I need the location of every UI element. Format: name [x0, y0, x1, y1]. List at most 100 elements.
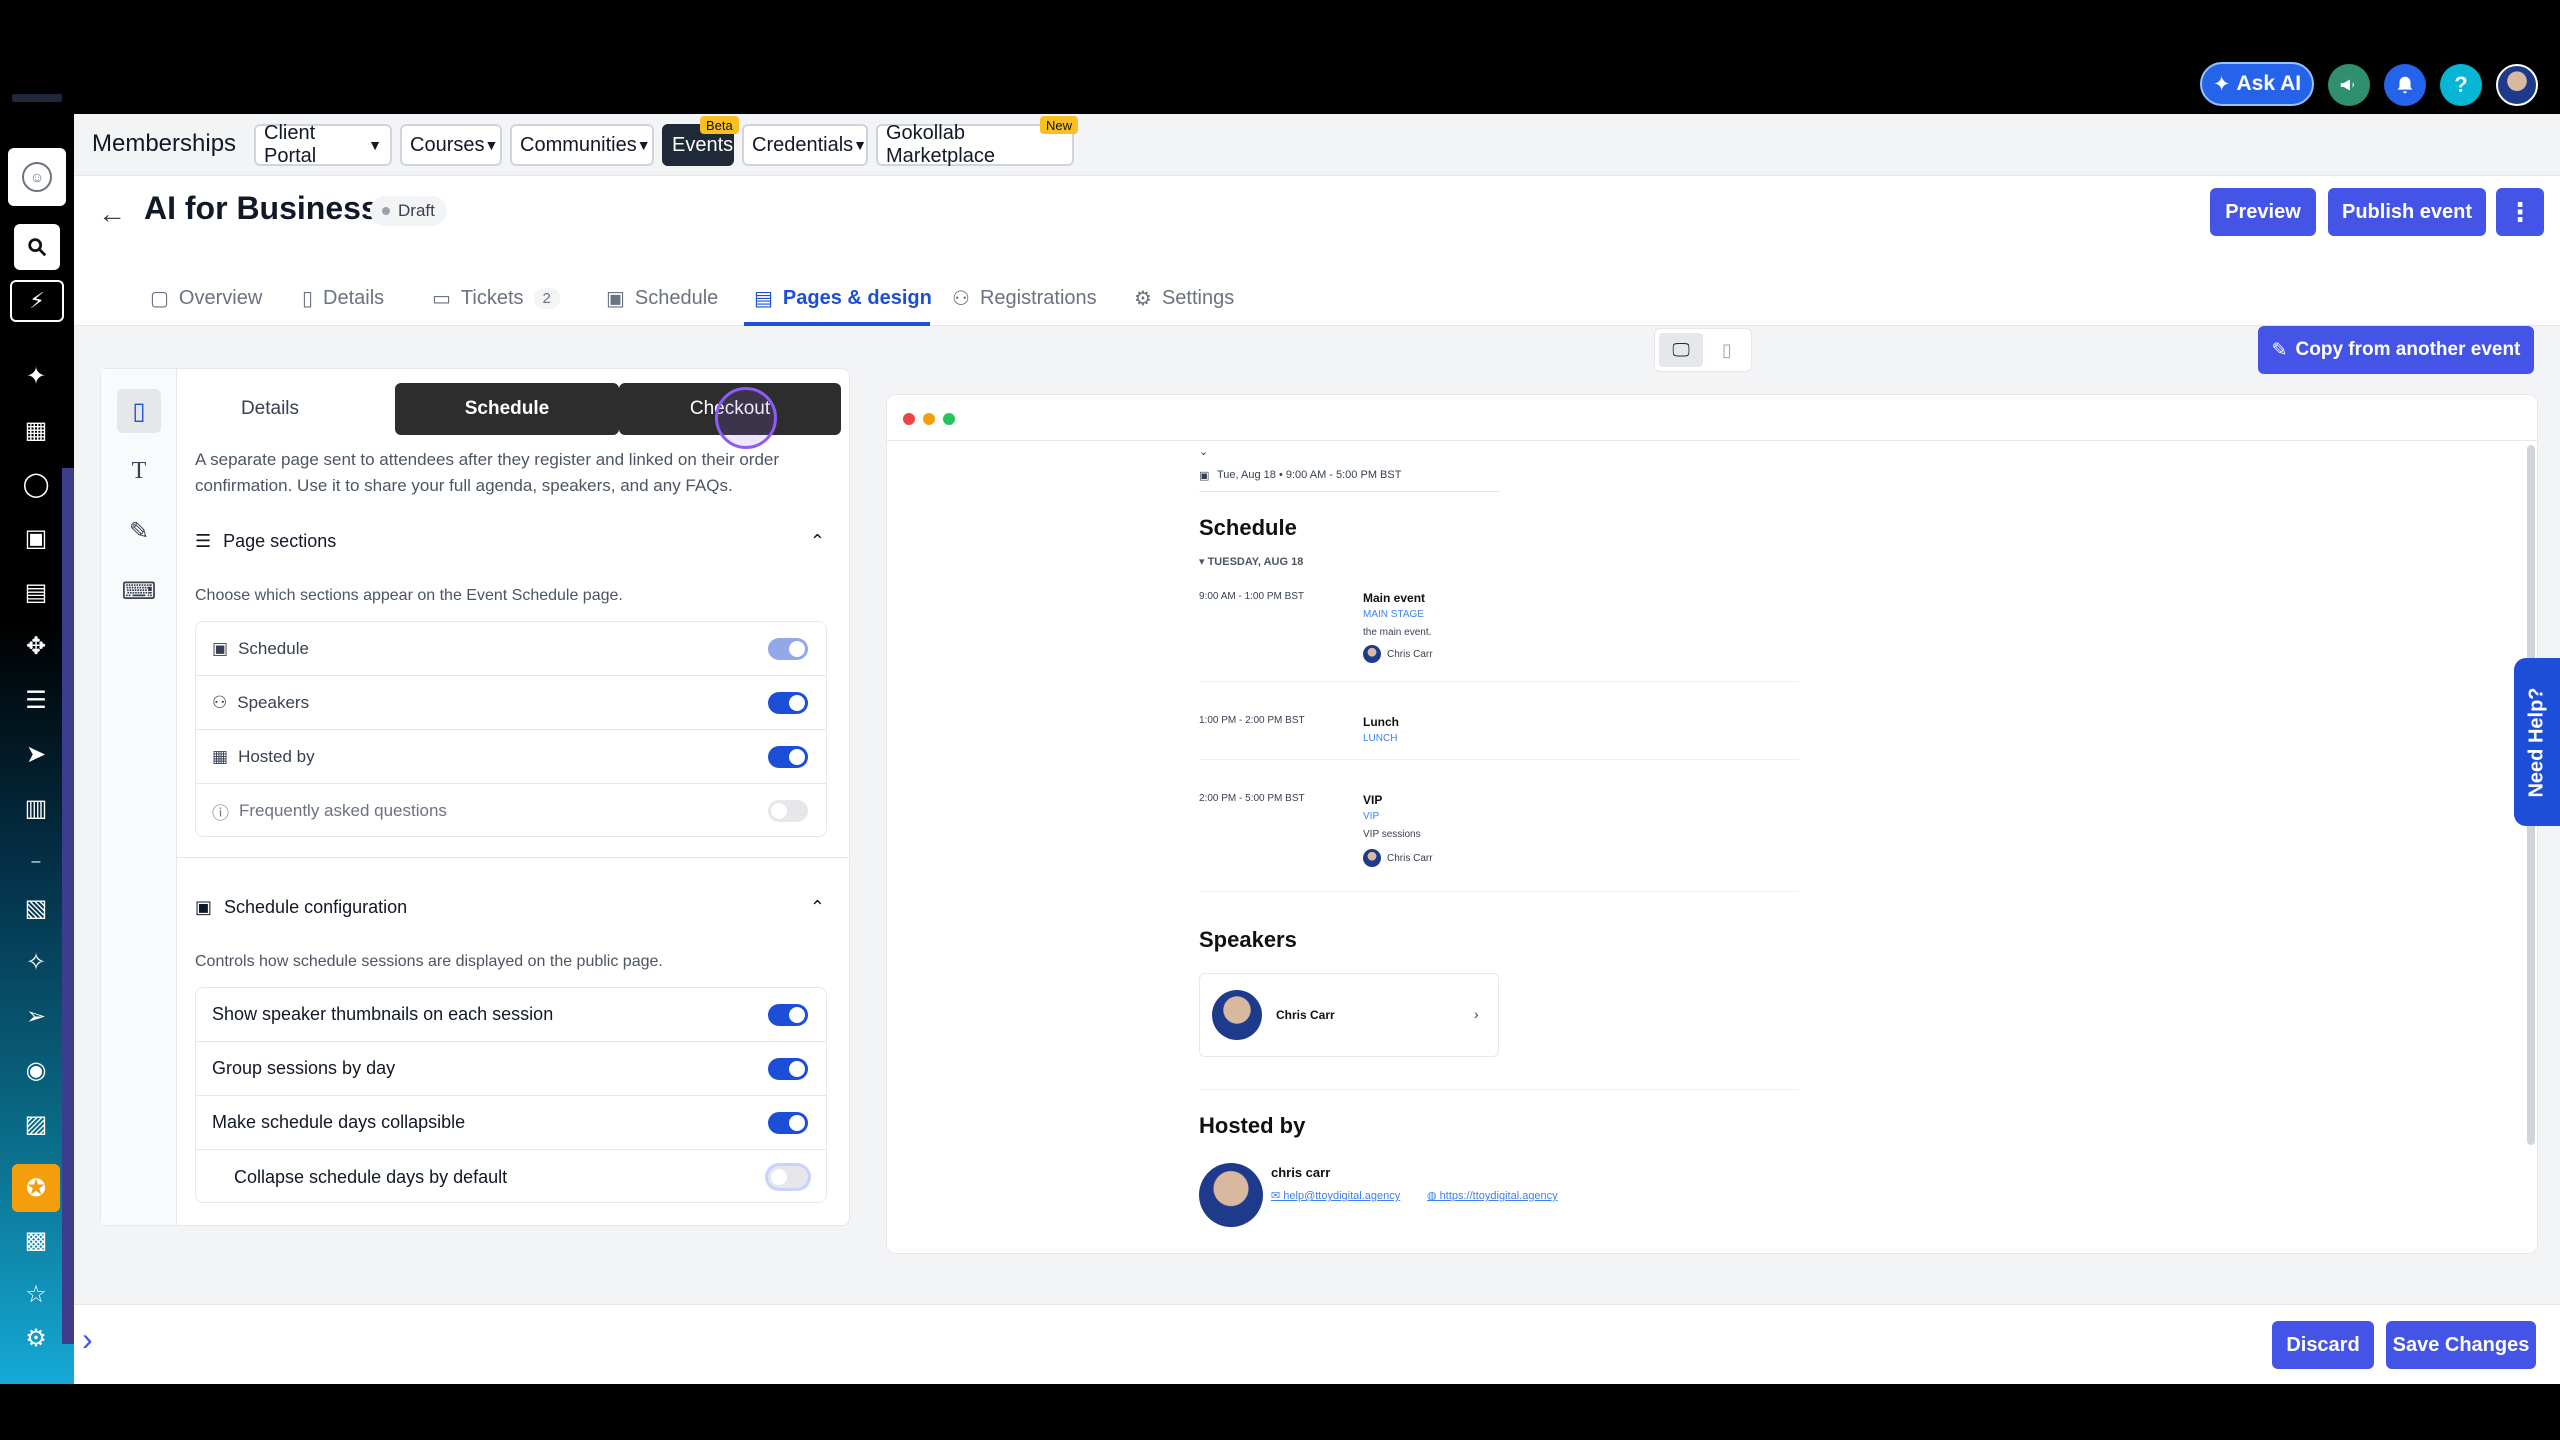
calendar-icon[interactable]: ▣ — [14, 516, 58, 560]
mobile-icon[interactable]: ▯ — [1707, 333, 1747, 367]
ai-agents-icon[interactable]: ✧ — [14, 940, 58, 984]
tab-registrations[interactable]: ⚇ Registrations — [952, 286, 1097, 311]
ask-ai-button[interactable]: ✦ Ask AI — [2200, 62, 2314, 106]
editor-panel: ▯ T ✎ ⌨ Details Schedule Checkout A sepa… — [100, 368, 850, 1226]
session-time: 2:00 PM - 5:00 PM BST — [1199, 793, 1305, 804]
pages-icon[interactable]: ▯ — [117, 389, 161, 433]
status-label: Draft — [398, 201, 435, 220]
section-row-label: Speakers — [237, 692, 310, 712]
speakers-toggle[interactable] — [768, 692, 808, 714]
payments-icon[interactable]: ▥ — [14, 786, 58, 830]
session-title: Lunch — [1363, 715, 1399, 729]
schedule-config-title: Schedule configuration — [224, 896, 408, 917]
nav-events[interactable]: Events Beta — [662, 116, 739, 166]
sites-icon[interactable]: ▨ — [14, 1102, 58, 1146]
nav-events-label: Events — [672, 133, 734, 156]
code-embed-icon[interactable]: ⌨ — [117, 569, 161, 613]
publish-event-button[interactable]: Publish event — [2328, 188, 2486, 236]
group-by-day-toggle[interactable] — [768, 1058, 808, 1080]
preview-divider — [1199, 491, 1499, 492]
media-play-icon[interactable]: ◉ — [14, 1048, 58, 1092]
nav-client-portal[interactable]: Client Portal ▼ — [254, 122, 392, 167]
contacts-icon[interactable]: ▤ — [14, 570, 58, 614]
app-sidebar: ☺ ⚡ ✦ ▦ ◯ ▣ ▤ ✥ ☰ ➤ ▥ – ▧ ✧ ➢ ◉ ▨ ✪ ▩ ☆ … — [0, 114, 74, 1384]
editor-rail: ▯ T ✎ ⌨ — [101, 369, 177, 1225]
lightning-icon[interactable]: ⚡ — [10, 280, 64, 322]
search-icon[interactable] — [14, 224, 60, 270]
media-image-icon[interactable]: ▩ — [14, 1218, 58, 1262]
page-sections-header[interactable]: ☰ Page sections ⌃ — [195, 521, 825, 561]
host-url-link[interactable]: ◍ https://ttoydigital.agency — [1427, 1189, 1558, 1202]
reputation-icon[interactable]: ▧ — [14, 886, 58, 930]
tab-schedule[interactable]: ▣ Schedule — [606, 286, 718, 311]
calendar-icon: ▣ — [1199, 470, 1210, 482]
collapsible-toggle[interactable] — [768, 1112, 808, 1134]
beta-badge: Beta — [700, 116, 739, 134]
nav-marketplace[interactable]: Gokollab Marketplace New — [876, 116, 1079, 167]
location-switcher[interactable]: ☺ — [8, 148, 66, 206]
nav-credentials[interactable]: Credentials ▼ — [742, 124, 868, 166]
more-options-icon[interactable]: ⋮ — [2496, 188, 2544, 236]
footer-bar: › Discard Save Changes — [74, 1304, 2560, 1384]
section-row-schedule: ▣ Schedule — [196, 622, 826, 676]
marketing-send-icon[interactable]: ➤ — [14, 732, 58, 776]
chevron-down-icon: ▼ — [636, 137, 651, 153]
user-avatar[interactable] — [2496, 64, 2538, 106]
schedule-config-header[interactable]: ▣ Schedule configuration ⌃ — [195, 887, 825, 927]
send-icon[interactable]: ➢ — [14, 994, 58, 1038]
chevron-down-icon: ▼ — [484, 137, 499, 153]
segment-details[interactable]: Details — [213, 383, 327, 435]
star-icon[interactable]: ☆ — [14, 1272, 58, 1316]
hosted-by-toggle[interactable] — [768, 746, 808, 768]
memberships-award-icon[interactable]: ✪ — [12, 1164, 60, 1212]
tab-overview-label: Overview — [178, 287, 263, 309]
device-toggle: 🖵 ▯ — [1654, 328, 1752, 372]
thumbnails-toggle[interactable] — [768, 1004, 808, 1026]
status-dot-icon — [382, 207, 390, 215]
save-changes-button[interactable]: Save Changes — [2386, 1321, 2536, 1369]
page-intro-text: A separate page sent to attendees after … — [195, 450, 780, 495]
need-help-tab[interactable]: Need Help? — [2514, 658, 2560, 826]
sparkle-icon: ✦ — [2212, 72, 2231, 96]
bell-icon[interactable] — [2384, 64, 2426, 106]
dashboard-grid-icon[interactable]: ▦ — [14, 408, 58, 452]
expand-sidebar-icon[interactable]: › — [82, 1321, 93, 1358]
tab-settings[interactable]: ⚙ Settings — [1134, 286, 1234, 311]
help-icon[interactable]: ? — [2440, 64, 2482, 106]
preview-button[interactable]: Preview — [2210, 188, 2316, 236]
tickets-count-badge: 2 — [533, 288, 560, 309]
brush-icon[interactable]: ✎ — [117, 509, 161, 553]
conversations-icon[interactable]: ◯ — [14, 462, 58, 506]
host-email-link[interactable]: ✉ help@ttoydigital.agency — [1271, 1189, 1400, 1202]
collapse-default-toggle[interactable] — [768, 1166, 808, 1188]
tab-tickets[interactable]: ▭ Tickets 2 — [432, 286, 560, 311]
back-arrow-icon[interactable]: ← — [98, 198, 126, 230]
list-icon: ☰ — [195, 530, 212, 551]
discard-button[interactable]: Discard — [2272, 1321, 2374, 1369]
chevron-down-icon: ⌄ — [1199, 446, 1209, 458]
nav-communities[interactable]: Communities ▼ — [510, 124, 654, 166]
automation-icon[interactable]: ✥ — [14, 624, 58, 668]
host-url: https://ttoydigital.agency — [1439, 1190, 1558, 1202]
opportunities-icon[interactable]: ☰ — [14, 678, 58, 722]
copy-from-event-button[interactable]: ✎ Copy from another event — [2258, 326, 2534, 374]
faq-toggle[interactable] — [768, 800, 808, 822]
preview-day-label[interactable]: ▾ TUESDAY, AUG 18 — [1199, 555, 1303, 568]
divider-dash-icon: – — [31, 853, 41, 870]
text-icon[interactable]: T — [117, 449, 161, 493]
segment-schedule[interactable]: Schedule — [395, 383, 619, 435]
session-title: VIP — [1363, 793, 1383, 807]
tab-overview[interactable]: ▢ Overview — [150, 286, 262, 311]
nav-courses[interactable]: Courses ▼ — [400, 124, 502, 166]
desktop-icon[interactable]: 🖵 — [1659, 333, 1703, 367]
tab-pages-design[interactable]: ▤ Pages & design — [754, 286, 932, 311]
settings-gear-icon[interactable]: ⚙ — [14, 1316, 58, 1360]
ai-sparkle-icon[interactable]: ✦ — [14, 354, 58, 398]
speaker-card[interactable]: Chris Carr › — [1199, 973, 1499, 1057]
schedule-toggle[interactable] — [768, 638, 808, 660]
session-speaker: Chris Carr — [1387, 853, 1433, 864]
tab-details[interactable]: ▯ Details — [302, 286, 384, 311]
preview-hosted-heading: Hosted by — [1199, 1113, 1306, 1138]
megaphone-icon[interactable] — [2328, 64, 2370, 106]
chevron-up-icon: ⌃ — [809, 896, 825, 917]
